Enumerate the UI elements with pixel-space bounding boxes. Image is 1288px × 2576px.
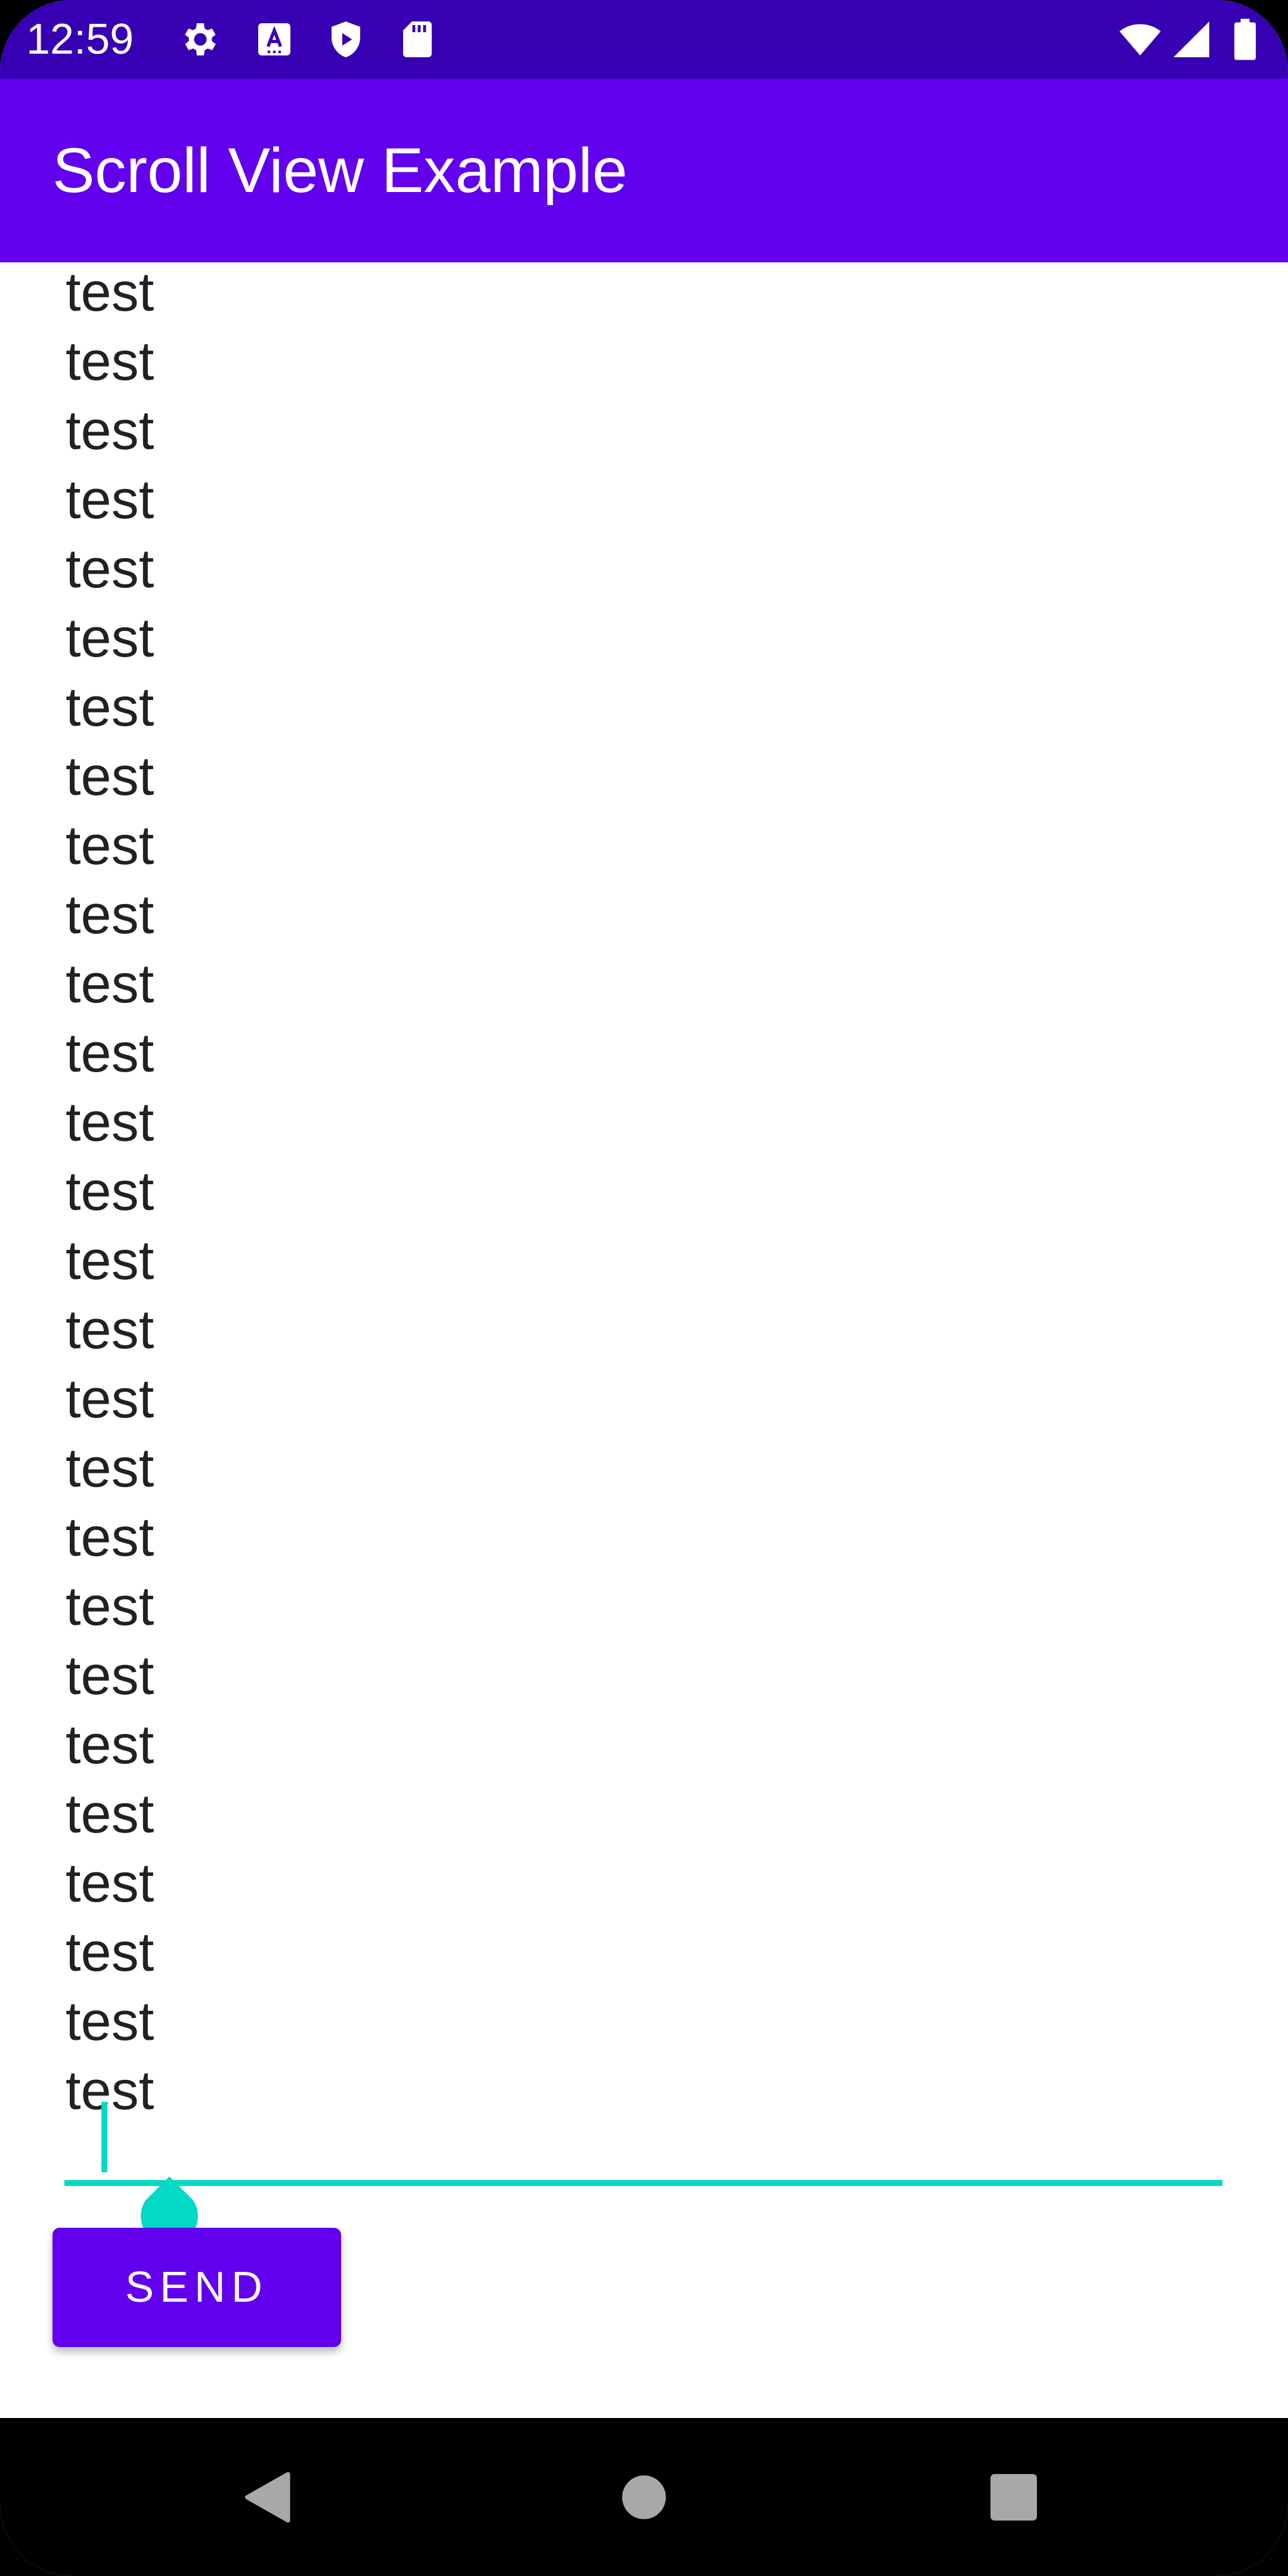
text-line: test <box>66 262 154 323</box>
signal-icon <box>1170 18 1213 61</box>
sd-card-icon <box>396 18 439 61</box>
text-line: test <box>66 1092 154 1153</box>
scroll-view[interactable]: test test test test test test test test … <box>0 262 1288 2418</box>
text-line: test <box>66 400 154 461</box>
navigation-bar <box>0 2418 1288 2576</box>
text-cursor <box>101 2102 107 2172</box>
text-line: test <box>66 1161 154 1222</box>
text-line: test <box>66 1714 154 1775</box>
text-line: test <box>66 2060 154 2121</box>
text-line: test <box>66 1853 154 1914</box>
battery-icon <box>1228 18 1262 61</box>
page-title: Scroll View Example <box>52 135 628 206</box>
status-time: 12:59 <box>26 16 134 63</box>
home-icon[interactable] <box>611 2464 677 2530</box>
app-bar: Scroll View Example <box>0 79 1288 262</box>
text-line: test <box>66 1230 154 1291</box>
text-line: test <box>66 1023 154 1083</box>
back-icon[interactable] <box>236 2464 302 2530</box>
text-line: test <box>66 1784 154 1844</box>
status-bar: 12:59 <box>0 0 1288 79</box>
text-line: test <box>66 1922 154 1983</box>
recents-icon[interactable] <box>981 2464 1046 2530</box>
send-button[interactable]: SEND <box>52 2228 341 2347</box>
text-line: test <box>66 1576 154 1637</box>
text-line: test <box>66 953 154 1014</box>
text-line: test <box>66 815 154 876</box>
text-line: test <box>66 538 154 599</box>
text-line: test <box>66 608 154 668</box>
text-line: test <box>66 1645 154 1706</box>
keyboard-a-icon <box>253 18 296 61</box>
shield-play-icon <box>324 18 367 61</box>
wifi-icon <box>1115 18 1165 61</box>
text-content[interactable]: test test test test test test test test … <box>66 262 154 2125</box>
settings-icon <box>179 18 222 61</box>
text-line: test <box>66 746 154 807</box>
text-line: test <box>66 1299 154 1360</box>
text-line: test <box>66 1368 154 1429</box>
text-line: test <box>66 884 154 945</box>
text-line: test <box>66 1507 154 1568</box>
phone-screen: 12:59 Scroll View Example test test test… <box>0 0 1288 2576</box>
text-line: test <box>66 677 154 738</box>
text-line: test <box>66 469 154 530</box>
text-line: test <box>66 1991 154 2052</box>
text-line: test <box>66 331 154 392</box>
text-line: test <box>66 1438 154 1498</box>
edit-text-underline <box>64 2180 1222 2186</box>
